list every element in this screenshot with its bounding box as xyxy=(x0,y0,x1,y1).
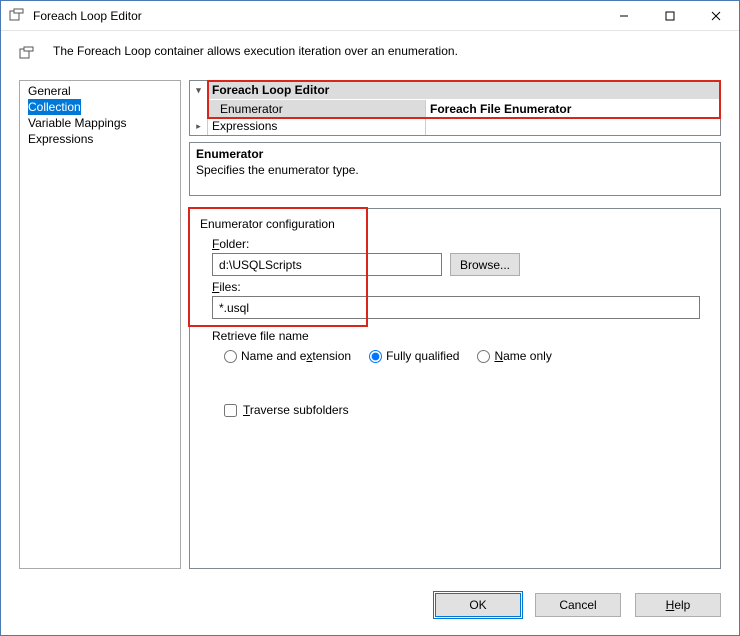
expressions-value[interactable] xyxy=(426,117,720,135)
nav-item-expressions[interactable]: Expressions xyxy=(20,131,180,147)
property-grid: ▾ Foreach Loop Editor Enumerator Foreach… xyxy=(189,80,721,136)
expander-blank xyxy=(190,100,208,117)
foreach-loop-icon xyxy=(19,46,35,62)
radio-name-only[interactable]: Name only xyxy=(477,349,551,363)
description-text: Specifies the enumerator type. xyxy=(196,163,714,177)
enumerator-config-panel: Enumerator configuration Folder: Browse.… xyxy=(189,208,721,569)
retrieve-file-name-label: Retrieve file name xyxy=(212,329,710,343)
traverse-subfolders-label: Traverse subfolders xyxy=(243,403,349,417)
foreach-loop-icon xyxy=(9,8,25,24)
close-button[interactable] xyxy=(693,1,739,30)
radio-name-and-extension[interactable]: Name and extension xyxy=(224,349,351,363)
nav-panel: General Collection Variable Mappings Exp… xyxy=(19,80,181,569)
maximize-button[interactable] xyxy=(647,1,693,30)
nav-item-collection[interactable]: Collection xyxy=(28,99,81,115)
enumerator-label: Enumerator xyxy=(208,100,426,117)
files-input[interactable] xyxy=(212,296,700,319)
minimize-button[interactable] xyxy=(601,1,647,30)
window-title: Foreach Loop Editor xyxy=(33,9,601,23)
nav-item-variable-mappings[interactable]: Variable Mappings xyxy=(20,115,180,131)
description-box: Enumerator Specifies the enumerator type… xyxy=(189,142,721,196)
radio-fully-qualified[interactable]: Fully qualified xyxy=(369,349,459,363)
files-label: Files: xyxy=(212,280,710,294)
cancel-button[interactable]: Cancel xyxy=(535,593,621,617)
expressions-label: Expressions xyxy=(208,117,426,135)
header-text: The Foreach Loop container allows execut… xyxy=(53,44,458,58)
nav-item-general[interactable]: General xyxy=(20,83,180,99)
collapse-icon[interactable]: ▾ xyxy=(190,81,208,99)
enumerator-value[interactable]: Foreach File Enumerator xyxy=(426,100,720,117)
description-title: Enumerator xyxy=(196,147,714,161)
category-header: Foreach Loop Editor xyxy=(208,81,720,99)
folder-input[interactable] xyxy=(212,253,442,276)
ok-button[interactable]: OK xyxy=(435,593,521,617)
config-group-label: Enumerator configuration xyxy=(200,217,710,231)
folder-label: Folder: xyxy=(212,237,710,251)
expand-icon[interactable]: ▸ xyxy=(190,117,208,135)
traverse-subfolders-checkbox[interactable] xyxy=(224,404,237,417)
help-button[interactable]: Help xyxy=(635,593,721,617)
browse-button[interactable]: Browse... xyxy=(450,253,520,276)
titlebar: Foreach Loop Editor xyxy=(1,1,739,31)
dialog-button-bar: OK Cancel Help xyxy=(1,579,739,635)
header-description-area: The Foreach Loop container allows execut… xyxy=(1,31,739,80)
